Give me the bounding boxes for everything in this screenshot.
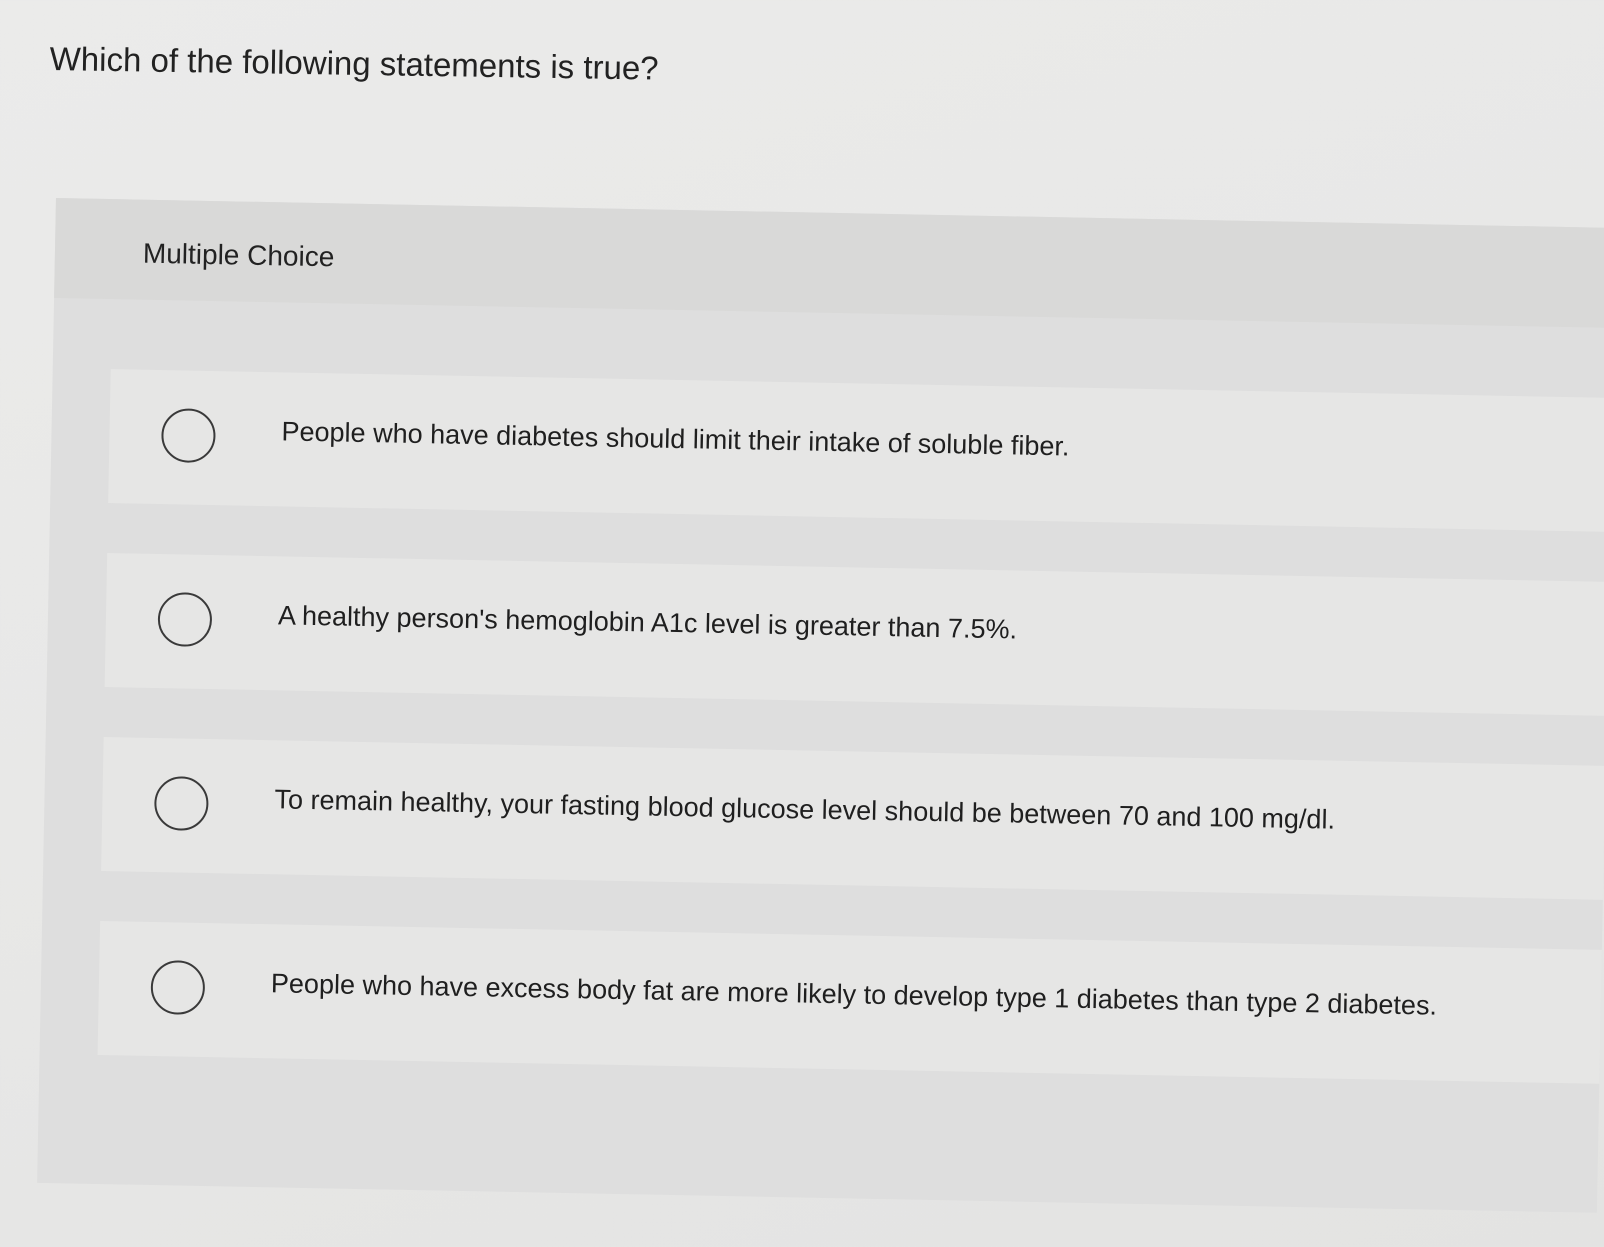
answer-option-label: A healthy person's hemoglobin A1c level …: [277, 600, 1018, 645]
answer-option-label: People who have excess body fat are more…: [270, 968, 1438, 1021]
answer-option-label: People who have diabetes should limit th…: [281, 416, 1070, 462]
radio-button-icon[interactable]: [157, 592, 213, 648]
answer-option-1[interactable]: People who have diabetes should limit th…: [108, 369, 1604, 532]
answer-option-label: To remain healthy, your fasting blood gl…: [274, 784, 1336, 835]
radio-button-icon[interactable]: [160, 408, 216, 464]
answer-option-2[interactable]: A healthy person's hemoglobin A1c level …: [104, 553, 1604, 716]
panel-header: Multiple Choice: [54, 198, 1604, 328]
radio-button-icon[interactable]: [153, 776, 209, 832]
question-title: Which of the following statements is tru…: [49, 40, 659, 87]
question-type-label: Multiple Choice: [142, 237, 335, 273]
multiple-choice-panel: Multiple Choice People who have diabetes…: [37, 198, 1604, 1213]
answer-option-3[interactable]: To remain healthy, your fasting blood gl…: [101, 737, 1604, 900]
answer-option-4[interactable]: People who have excess body fat are more…: [97, 920, 1602, 1084]
answer-options: People who have diabetes should limit th…: [97, 369, 1604, 1134]
radio-button-icon[interactable]: [150, 959, 206, 1015]
